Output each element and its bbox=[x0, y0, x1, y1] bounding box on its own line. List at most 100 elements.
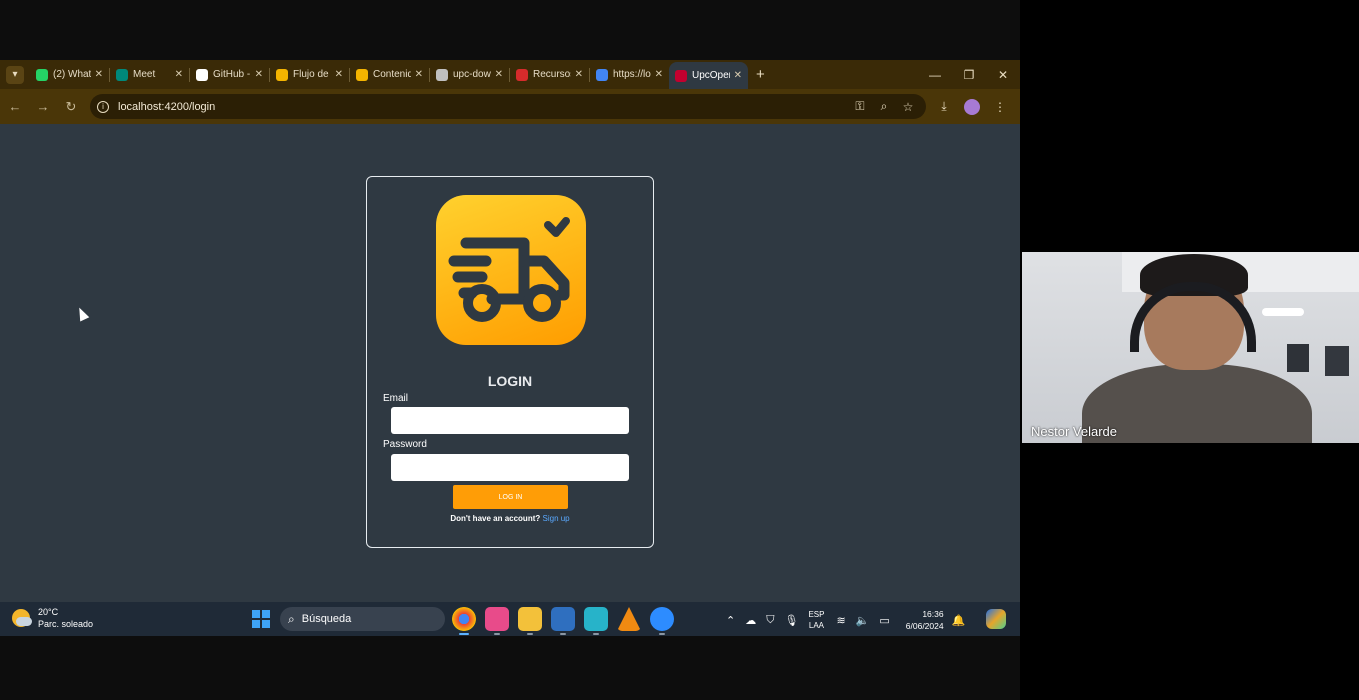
forward-icon[interactable]: → bbox=[30, 99, 56, 114]
weather-widget[interactable]: 20°C Parc. soleado bbox=[12, 606, 93, 630]
url-text[interactable]: localhost:4200/login bbox=[118, 101, 215, 113]
tab-label: Recursos bbox=[533, 69, 571, 80]
tab-strip: (2) Whats✕Meet✕GitHub -✕Flujo de a✕Conte… bbox=[30, 60, 748, 89]
browser-tab[interactable]: Flujo de a ✕ bbox=[270, 64, 349, 86]
system-tray: ⌃ ☁ ⛉ 🎙 ESP LAA ≋ 🔈 ▭ 16:36 6/06/2024 🔔 bbox=[726, 608, 975, 632]
chart-icon bbox=[356, 68, 368, 81]
close-tab-icon[interactable]: ✕ bbox=[335, 69, 343, 80]
close-tab-icon[interactable]: ✕ bbox=[255, 69, 263, 80]
browser-tab[interactable]: (2) Whats ✕ bbox=[30, 64, 109, 86]
clock[interactable]: 16:36 6/06/2024 bbox=[906, 608, 944, 632]
close-window-icon[interactable]: ✕ bbox=[986, 60, 1020, 89]
pinned-apps bbox=[452, 607, 683, 635]
globe-icon bbox=[436, 68, 448, 81]
participant-name: Nestor Velarde bbox=[1031, 424, 1117, 439]
profile-avatar[interactable] bbox=[964, 98, 980, 115]
windows-start-icon[interactable] bbox=[252, 610, 270, 628]
truck-icon bbox=[448, 217, 570, 322]
email-label: Email bbox=[383, 393, 409, 404]
browser-tab[interactable]: Contenid ✕ bbox=[350, 64, 429, 86]
address-bar[interactable]: i localhost:4200/login ⚿ ⌕ ☆ bbox=[90, 94, 926, 119]
bookmark-star-icon[interactable]: ☆ bbox=[896, 100, 920, 114]
search-placeholder: Búsqueda bbox=[301, 613, 352, 625]
onedrive-icon[interactable]: ☁ bbox=[745, 614, 756, 627]
vscode-app-icon[interactable] bbox=[551, 607, 575, 635]
volume-icon[interactable]: 🔈 bbox=[856, 614, 870, 627]
email-field[interactable] bbox=[391, 407, 629, 434]
password-field[interactable] bbox=[391, 454, 629, 481]
chrome-app-icon[interactable] bbox=[452, 607, 476, 635]
battery-icon[interactable]: ▭ bbox=[879, 614, 889, 627]
microphone-icon[interactable]: 🎙 bbox=[784, 614, 798, 627]
close-tab-icon[interactable]: ✕ bbox=[575, 69, 583, 80]
close-tab-icon[interactable]: ✕ bbox=[655, 69, 663, 80]
language-indicator[interactable]: ESP LAA bbox=[808, 609, 824, 631]
browser-tab[interactable]: https://lo ✕ bbox=[590, 64, 669, 86]
back-icon[interactable]: ← bbox=[2, 99, 28, 114]
taskbar-search[interactable]: ⌕ Búsqueda bbox=[280, 607, 445, 631]
window-controls: — ❐ ✕ bbox=[918, 60, 1020, 89]
signup-link[interactable]: Sign up bbox=[543, 514, 570, 523]
browser-tab[interactable]: UpcOpen ✕ bbox=[669, 62, 748, 89]
password-key-icon[interactable]: ⚿ bbox=[848, 99, 872, 114]
zoom-app-icon[interactable] bbox=[650, 607, 674, 635]
browser-tab[interactable]: Meet ✕ bbox=[110, 64, 189, 86]
address-bar-actions: ⚿ ⌕ ☆ bbox=[848, 94, 920, 119]
tab-label: https://lo bbox=[613, 69, 651, 80]
download-icon[interactable]: ⤓ bbox=[930, 99, 958, 114]
vlc-app-icon[interactable] bbox=[617, 607, 641, 631]
minimize-icon[interactable]: — bbox=[918, 60, 952, 89]
webstorm-app-icon[interactable] bbox=[584, 607, 608, 635]
zoom-icon[interactable]: ⌕ bbox=[872, 99, 896, 114]
browser-tab[interactable]: Recursos ✕ bbox=[510, 64, 589, 86]
signup-prompt-text: Don't have an account? bbox=[450, 514, 541, 523]
delivery-truck-logo bbox=[436, 195, 586, 345]
angular-icon bbox=[675, 69, 687, 82]
google-icon bbox=[596, 68, 608, 81]
close-tab-icon[interactable]: ✕ bbox=[95, 69, 103, 80]
login-button[interactable]: LOG IN bbox=[453, 485, 568, 509]
partly-sunny-icon bbox=[12, 609, 32, 627]
tab-label: upc-dow bbox=[453, 69, 491, 80]
reload-icon[interactable]: ↻ bbox=[58, 99, 84, 115]
copilot-icon[interactable] bbox=[986, 609, 1006, 629]
chart-icon bbox=[276, 68, 288, 81]
lang-bottom: LAA bbox=[808, 621, 824, 630]
tab-label: Contenid bbox=[373, 69, 411, 80]
site-info-icon[interactable]: i bbox=[97, 100, 109, 113]
weather-text: 20°C Parc. soleado bbox=[38, 606, 93, 630]
video-wall-sign bbox=[1325, 346, 1349, 376]
close-tab-icon[interactable]: ✕ bbox=[175, 69, 183, 80]
password-label: Password bbox=[383, 439, 427, 450]
video-light bbox=[1262, 308, 1304, 316]
clock-date: 6/06/2024 bbox=[905, 621, 944, 631]
restore-icon[interactable]: ❐ bbox=[952, 60, 986, 89]
notification-bell-icon[interactable]: 🔔 bbox=[952, 614, 966, 627]
windows-taskbar: 20°C Parc. soleado ⌕ Búsqueda ⌃ ☁ ⛉ 🎙 ES… bbox=[0, 602, 1020, 636]
browser-tab[interactable]: upc-dow ✕ bbox=[430, 64, 509, 86]
close-tab-icon[interactable]: ✕ bbox=[495, 69, 503, 80]
chevron-up-icon[interactable]: ⌃ bbox=[726, 614, 735, 627]
close-tab-icon[interactable]: ✕ bbox=[415, 69, 423, 80]
close-tab-icon[interactable]: ✕ bbox=[734, 70, 742, 81]
intellij-app-icon[interactable] bbox=[485, 607, 509, 635]
signup-prompt: Don't have an account? Sign up bbox=[367, 514, 653, 523]
search-icon: ⌕ bbox=[288, 611, 295, 626]
browser-window: ▾ (2) Whats✕Meet✕GitHub -✕Flujo de a✕Con… bbox=[0, 60, 1020, 602]
file-explorer-icon[interactable] bbox=[518, 607, 542, 635]
new-tab-button[interactable]: + bbox=[756, 66, 765, 83]
menu-kebab-icon[interactable]: ⋮ bbox=[986, 100, 1014, 114]
defender-shield-icon[interactable]: ⛉ bbox=[766, 614, 774, 627]
tab-search-button[interactable]: ▾ bbox=[6, 65, 24, 84]
wifi-icon[interactable]: ≋ bbox=[836, 614, 845, 627]
weather-desc: Parc. soleado bbox=[38, 619, 94, 629]
whatsapp-icon bbox=[36, 68, 48, 81]
lang-top: ESP bbox=[808, 610, 825, 619]
login-title: LOGIN bbox=[487, 373, 533, 389]
tab-label: UpcOpen bbox=[692, 70, 730, 81]
browser-tab[interactable]: GitHub - ✕ bbox=[190, 64, 269, 86]
mouse-cursor-icon bbox=[74, 305, 90, 322]
video-wall-sign bbox=[1287, 344, 1309, 372]
weather-temp: 20°C bbox=[38, 607, 59, 617]
participant-video-tile: Nestor Velarde bbox=[1022, 252, 1359, 443]
